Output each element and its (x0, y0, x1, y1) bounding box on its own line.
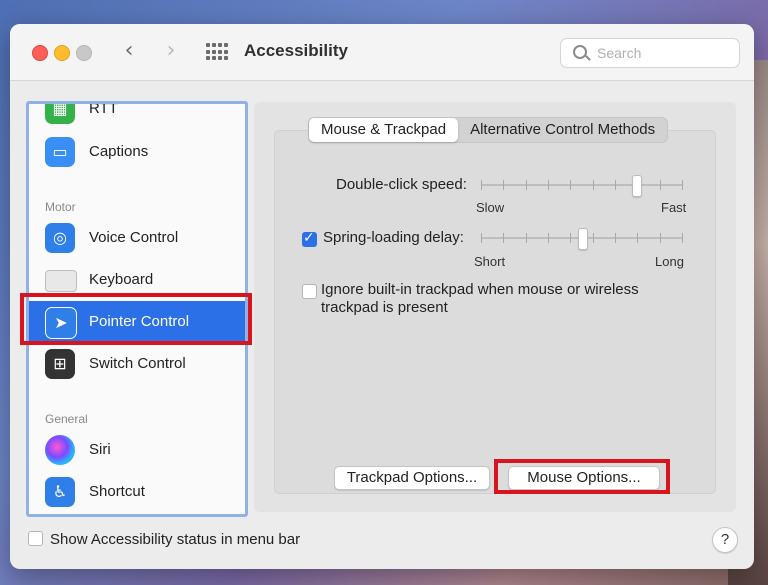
spring-loading-delay-slider[interactable] (481, 228, 683, 250)
slider-tick (615, 233, 616, 243)
double-click-speed-label: Double-click speed: (336, 176, 467, 193)
slider-tick (682, 180, 683, 190)
sidebar-item-captions[interactable]: ▭ Captions (29, 131, 245, 173)
slider-tick (481, 180, 482, 190)
spring-loading-delay-label: Spring-loading delay: (323, 229, 464, 246)
slider-tick (503, 233, 504, 243)
double-click-speed-slider[interactable] (481, 175, 683, 197)
double-click-min-label: Slow (476, 200, 505, 215)
slider-tick (593, 180, 594, 190)
tab-mouse-trackpad[interactable]: Mouse & Trackpad (309, 118, 459, 142)
section-header-general: General (45, 412, 88, 426)
title-bar: ‹ › Accessibility (10, 24, 754, 81)
window-title: Accessibility (244, 41, 348, 60)
sidebar-item-label: RTT (89, 101, 118, 117)
spring-loading-checkbox[interactable] (302, 230, 317, 247)
search-input[interactable] (595, 43, 734, 63)
spring-loading-max-label: Long (655, 254, 684, 269)
sidebar-item-rtt[interactable]: ▦ RTT (29, 101, 245, 130)
shortcut-icon: ♿ (45, 477, 75, 507)
slider-tick (548, 233, 549, 243)
tab-bar: Mouse & Trackpad Alternative Control Met… (308, 117, 669, 143)
slider-tick (481, 233, 482, 243)
help-button[interactable]: ? (712, 527, 738, 553)
rtt-icon: ▦ (45, 104, 75, 124)
sidebar-item-voice-control[interactable]: ◎ Voice Control (29, 217, 245, 259)
slider-tick (526, 233, 527, 243)
show-all-grid-icon[interactable] (206, 43, 228, 61)
slider-knob[interactable] (632, 175, 642, 197)
spring-loading-min-label: Short (474, 254, 506, 269)
trackpad-options-button[interactable]: Trackpad Options... (334, 466, 490, 490)
sidebar-item-switch-control[interactable]: ⊞ Switch Control (29, 343, 245, 385)
ignore-trackpad-checkbox[interactable] (302, 284, 317, 299)
sidebar-item-siri[interactable]: Siri (29, 429, 245, 471)
slider-knob[interactable] (578, 228, 588, 250)
settings-panel: Mouse & Trackpad Alternative Control Met… (254, 102, 736, 512)
search-icon (573, 45, 587, 59)
slider-tick (526, 180, 527, 190)
slider-tick (682, 233, 683, 243)
double-click-max-label: Fast (661, 200, 687, 215)
system-preferences-window: ‹ › Accessibility ▦ RTT ▭ Captions Motor… (10, 24, 754, 569)
slider-tick (593, 233, 594, 243)
voice-control-icon: ◎ (45, 223, 75, 253)
forward-button[interactable]: › (158, 39, 184, 65)
section-header-motor: Motor (45, 200, 76, 214)
keyboard-icon (45, 270, 77, 292)
sidebar-item-label: Keyboard (89, 271, 154, 288)
slider-tick (637, 233, 638, 243)
slider-tick (570, 233, 571, 243)
minimize-window-button[interactable] (54, 45, 70, 61)
slider-tick (660, 233, 661, 243)
sidebar-item-label: Switch Control (89, 355, 186, 372)
zoom-window-button[interactable] (76, 45, 92, 61)
sidebar-item-label: Siri (89, 441, 111, 458)
sidebar-item-label: Shortcut (89, 483, 145, 500)
slider-tick (548, 180, 549, 190)
slider-tick (503, 180, 504, 190)
sidebar-item-label: Voice Control (89, 229, 179, 246)
slider-tick (570, 180, 571, 190)
highlight-box-mouse-options (494, 459, 670, 494)
slider-tick (615, 180, 616, 190)
ignore-trackpad-label-line2: trackpad is present (321, 299, 448, 316)
tab-alternative-control-methods[interactable]: Alternative Control Methods (458, 118, 667, 142)
sidebar-item-shortcut[interactable]: ♿ Shortcut (29, 471, 245, 513)
search-field[interactable] (560, 38, 740, 68)
close-window-button[interactable] (32, 45, 48, 61)
highlight-box-pointer-control (20, 293, 252, 345)
show-status-menu-bar-label: Show Accessibility status in menu bar (50, 531, 301, 548)
back-button[interactable]: ‹ (116, 39, 142, 65)
siri-icon (45, 435, 75, 465)
captions-icon: ▭ (45, 137, 75, 167)
ignore-trackpad-label-line1: Ignore built-in trackpad when mouse or w… (321, 281, 639, 298)
show-status-menu-bar-checkbox[interactable] (28, 531, 43, 546)
switch-control-icon: ⊞ (45, 349, 75, 379)
sidebar-item-label: Captions (89, 143, 149, 160)
slider-tick (660, 180, 661, 190)
